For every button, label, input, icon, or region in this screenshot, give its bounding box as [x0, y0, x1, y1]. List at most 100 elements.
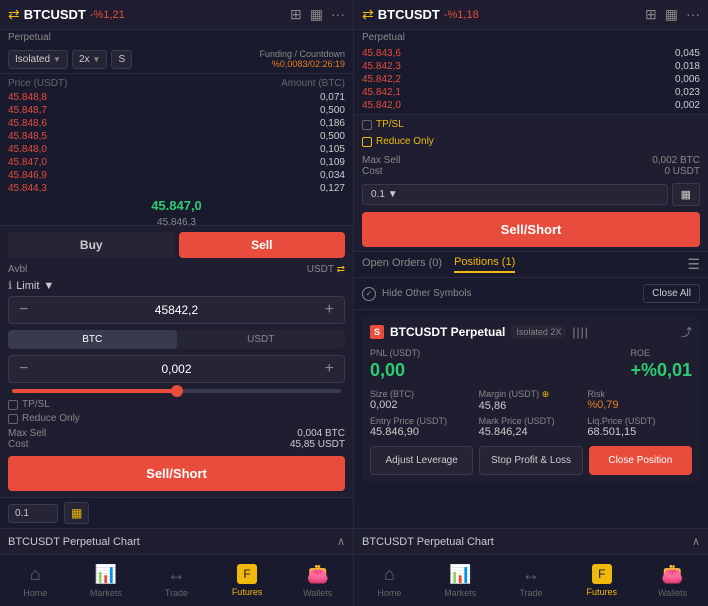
right-tpsl-checkbox[interactable]: [362, 120, 372, 130]
leverage-arrow-icon: ▼: [93, 55, 101, 64]
nav-trade[interactable]: ↔ Trade: [141, 559, 212, 602]
price-minus-btn[interactable]: −: [15, 301, 32, 319]
sell-row[interactable]: 45.844,30,127: [8, 182, 345, 195]
risk-stat: Risk %0,79: [587, 389, 692, 412]
slider-thumb[interactable]: [171, 385, 183, 397]
right-grid-icon[interactable]: ▦: [665, 6, 678, 23]
price-list-row[interactable]: 45.843,60,045: [362, 47, 700, 60]
order-type-row: ℹ Limit ▼: [8, 279, 345, 292]
price-input[interactable]: [32, 303, 320, 317]
order-type-select[interactable]: Limit ▼: [16, 280, 54, 292]
grid-icon[interactable]: ▦: [310, 6, 323, 23]
mid-sub-price: 45.846,3: [8, 216, 345, 225]
right-home-icon: ⌂: [384, 564, 395, 585]
max-sell-values: 0,004 BTC 45,85 USDT: [290, 428, 345, 450]
sell-row[interactable]: 45.848,50,500: [8, 130, 345, 143]
currency-tabs: BTC USDT: [8, 330, 345, 349]
sell-row[interactable]: 45.848,70,500: [8, 104, 345, 117]
qty-plus-btn[interactable]: +: [321, 360, 338, 378]
stop-profit-loss-button[interactable]: Stop Profit & Loss: [479, 446, 582, 475]
qty-input[interactable]: [32, 362, 320, 376]
close-position-button[interactable]: Close Position: [589, 446, 692, 475]
transfer-icon[interactable]: ⇄: [337, 264, 345, 275]
right-nav-futures-label: Futures: [587, 587, 618, 597]
right-grid-btn[interactable]: ▦: [672, 183, 700, 206]
usdt-tab[interactable]: USDT: [177, 330, 346, 349]
nav-wallets[interactable]: 👛 Wallets: [282, 559, 353, 602]
price-list-row[interactable]: 45.842,10,023: [362, 86, 700, 99]
right-collapse-icon[interactable]: ∧: [692, 535, 700, 548]
size-stat: Size (BTC) 0,002: [370, 389, 475, 412]
qty-minus-btn[interactable]: −: [15, 360, 32, 378]
right-nav-markets[interactable]: 📊 Markets: [425, 559, 496, 602]
sell-row[interactable]: 45.848,60,186: [8, 117, 345, 130]
buy-sell-tabs: Buy Sell: [8, 232, 345, 258]
sell-row[interactable]: 45.848,00,105: [8, 143, 345, 156]
right-chart-icon[interactable]: ⊞: [645, 6, 657, 23]
left-symbol[interactable]: BTCUSDT: [24, 7, 86, 22]
hide-check-icon[interactable]: ✓: [362, 287, 376, 301]
right-nav-trade[interactable]: ↔ Trade: [496, 559, 567, 602]
left-collapse-icon[interactable]: ∧: [337, 535, 345, 548]
right-bottom-nav: ⌂ Home 📊 Markets ↔ Trade F Futures 👛 Wal…: [354, 554, 708, 606]
positions-tab[interactable]: Positions (1): [454, 256, 515, 273]
sell-row[interactable]: 45.847,00,109: [8, 156, 345, 169]
nav-home[interactable]: ⌂ Home: [0, 559, 71, 602]
price-list-row[interactable]: 45.842,30,018: [362, 60, 700, 73]
sell-row[interactable]: 45.846,90,034: [8, 169, 345, 182]
right-qty-select[interactable]: 0.1 ▼: [362, 184, 668, 205]
right-symbol[interactable]: BTCUSDT: [378, 7, 440, 22]
order-type-arrow-icon: ▼: [43, 280, 54, 292]
left-chart-bar[interactable]: BTCUSDT Perpetual Chart ∧: [0, 528, 353, 554]
right-chart-bar[interactable]: BTCUSDT Perpetual Chart ∧: [354, 528, 708, 554]
share-icon[interactable]: ⤴: [681, 324, 692, 340]
tpsl-checkbox[interactable]: [8, 400, 18, 410]
price-list-row[interactable]: 45.842,20,006: [362, 73, 700, 86]
right-wallets-icon: 👛: [661, 564, 683, 585]
entry-value: 45.846,90: [370, 426, 475, 438]
slider-row[interactable]: [8, 389, 345, 393]
right-markets-icon: 📊: [449, 564, 471, 585]
right-header: ⇄ BTCUSDT -%1,18 ⊞ ▦ ···: [354, 0, 708, 30]
reduce-checkbox[interactable]: [8, 414, 18, 424]
right-nav-home-label: Home: [377, 588, 401, 598]
swap-icon: ⇄: [8, 6, 20, 23]
price-list-row[interactable]: 45.842,00,002: [362, 99, 700, 112]
position-s-badge: S: [370, 325, 384, 339]
s-badge: S: [111, 50, 132, 69]
nav-markets[interactable]: 📊 Markets: [71, 559, 142, 602]
cost-value: 45,85 USDT: [290, 439, 345, 450]
right-nav-futures[interactable]: F Futures: [566, 559, 637, 602]
nav-futures-label: Futures: [232, 587, 263, 597]
open-orders-tab[interactable]: Open Orders (0): [362, 257, 442, 272]
chart-toggle-btn[interactable]: ▦: [64, 502, 89, 524]
positions-tabs: Open Orders (0) Positions (1) ☰: [354, 252, 708, 278]
nav-futures[interactable]: F Futures: [212, 559, 283, 602]
qty-select-input[interactable]: [8, 504, 58, 523]
positions-tab-icon[interactable]: ☰: [687, 256, 700, 273]
avbl-label: Avbl: [8, 264, 27, 275]
right-more-icon[interactable]: ···: [686, 6, 700, 23]
adjust-leverage-button[interactable]: Adjust Leverage: [370, 446, 473, 475]
right-reduce-checkbox[interactable]: [362, 137, 372, 147]
margin-plus-icon[interactable]: ⊕: [542, 389, 550, 399]
avbl-currency: USDT ⇄: [307, 264, 345, 275]
more-icon[interactable]: ···: [331, 6, 345, 23]
close-all-button[interactable]: Close All: [643, 284, 700, 303]
chart-icon[interactable]: ⊞: [290, 6, 302, 23]
btc-tab[interactable]: BTC: [8, 330, 177, 349]
max-sell-labels: Max Sell Cost: [8, 428, 46, 450]
right-nav-trade-label: Trade: [519, 588, 542, 598]
right-futures-icon: F: [592, 564, 612, 584]
price-plus-btn[interactable]: +: [321, 301, 338, 319]
right-sell-short-button[interactable]: Sell/Short: [362, 212, 700, 247]
leverage-select[interactable]: 2x ▼: [72, 50, 107, 69]
sell-row[interactable]: 45.848,80,071: [8, 91, 345, 104]
sell-tab[interactable]: Sell: [179, 232, 346, 258]
margin-label: Margin (USDT) ⊕: [479, 389, 584, 400]
buy-tab[interactable]: Buy: [8, 232, 175, 258]
right-nav-wallets[interactable]: 👛 Wallets: [637, 559, 708, 602]
isolated-select[interactable]: Isolated ▼: [8, 50, 68, 69]
right-nav-home[interactable]: ⌂ Home: [354, 559, 425, 602]
sell-short-button[interactable]: Sell/Short: [8, 456, 345, 491]
